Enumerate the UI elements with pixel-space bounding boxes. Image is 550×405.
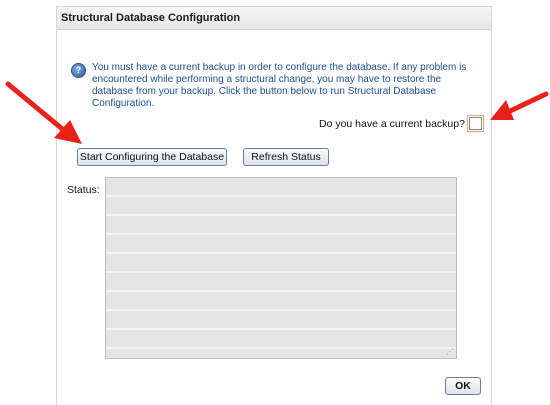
question-mark-icon: ? xyxy=(71,63,86,78)
annotation-arrow-right-icon xyxy=(490,91,549,120)
panel-title: Structural Database Configuration xyxy=(57,7,491,30)
structural-db-config-panel: Structural Database Configuration ? You … xyxy=(56,6,492,405)
backup-confirmation-row: Do you have a current backup? xyxy=(319,115,484,132)
resize-grip-icon[interactable]: ⋰ xyxy=(446,348,454,356)
backup-question-label: Do you have a current backup? xyxy=(319,117,465,130)
annotation-arrow-left-icon xyxy=(5,81,82,144)
screenshot-page: Structural Database Configuration ? You … xyxy=(0,0,550,405)
current-backup-checkbox[interactable] xyxy=(466,115,484,132)
ok-button[interactable]: OK xyxy=(445,377,481,395)
start-configuring-button[interactable]: Start Configuring the Database xyxy=(77,148,227,166)
status-textarea[interactable]: ⋰ xyxy=(105,177,457,359)
status-label: Status: xyxy=(67,184,100,196)
info-text: You must have a current backup in order … xyxy=(92,62,467,109)
refresh-status-button[interactable]: Refresh Status xyxy=(243,148,329,166)
info-message: ? You must have a current backup in orde… xyxy=(71,62,481,110)
